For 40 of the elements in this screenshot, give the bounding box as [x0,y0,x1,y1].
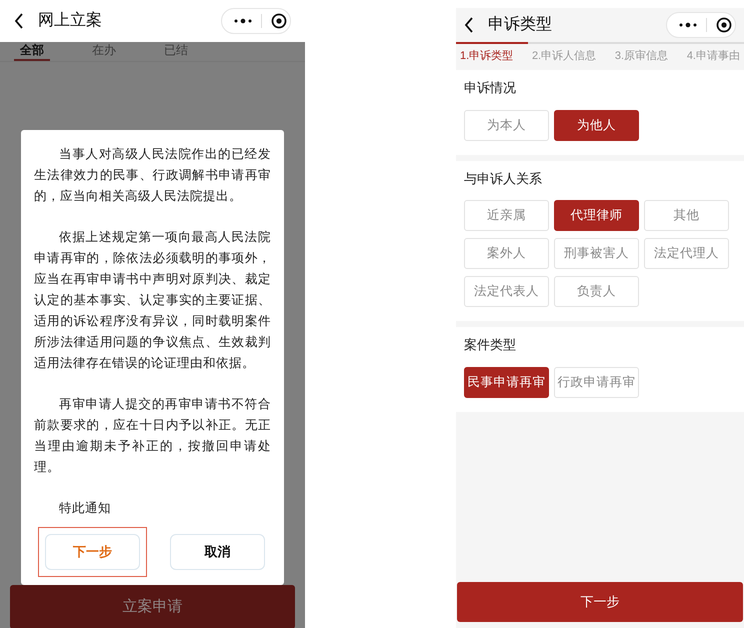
target-icon[interactable] [716,17,732,33]
tab[interactable]: 在办 [86,42,122,61]
capsule-menu[interactable] [666,12,736,38]
option-button[interactable]: 刑事被害人 [554,238,639,269]
notice-paragraph: 依据上述规定第一项向最高人民法院申请再审的，除依法必须载明的事项外，应当在再审申请书中声明对原判决、裁定认定的基本事实、认定事实的主要证据、适用的诉讼程序没有异议，同时载明案件所涉法律适用问题的争议焦点、生效裁判适用法律存在错误的论证理由和依据。 [34,229,271,372]
option-button[interactable]: 为本人 [464,110,549,140]
more-icon[interactable] [234,18,252,24]
option-button[interactable]: 其他 [644,200,729,231]
option-button[interactable]: 代理律师 [554,200,639,231]
page-title: 申诉类型 [488,14,553,35]
more-icon[interactable] [679,22,697,28]
option-button[interactable]: 为他人 [554,110,639,140]
step-tab[interactable]: 1.申诉类型 [460,48,514,64]
section-title: 与申诉人关系 [464,170,543,188]
target-icon[interactable] [271,13,287,29]
step-tab[interactable]: 2.申诉人信息 [532,48,596,64]
dialog-button[interactable]: 取消 [170,534,265,570]
notice-paragraph: 再审申请人提交的再审申请书不符合前款要求的，应在十日内予以补正。无正当理由逾期未予补正的，按撤回申请处理。 [34,396,271,476]
option-button[interactable]: 近亲属 [464,200,549,231]
back-icon[interactable] [464,17,474,33]
step-tab[interactable]: 3.原审信息 [614,48,668,64]
file-case-button[interactable]: 立案申请 [10,585,295,628]
option-button[interactable]: 法定代表人 [464,276,549,307]
step-tab[interactable]: 4.申请事由 [686,48,740,64]
tab[interactable]: 已结 [158,42,194,61]
tab[interactable]: 全部 [14,42,50,61]
section-title: 案件类型 [464,336,517,354]
capsule-menu[interactable] [221,8,291,34]
back-icon[interactable] [14,13,24,29]
option-button[interactable]: 行政申请再审 [554,366,639,398]
notice-paragraph: 当事人对高级人民法院作出的已经发生法律效力的民事、行政调解书申请再审的，应当向相关高级人民法院提出。 [34,146,271,205]
option-button[interactable]: 负责人 [554,276,639,307]
page-title: 网上立案 [38,10,103,31]
notice-closing: 特此通知 [58,500,112,517]
option-button[interactable]: 民事申请再审 [464,366,549,398]
section-title: 申诉情况 [464,79,517,97]
option-button[interactable]: 法定代理人 [644,238,729,269]
next-button[interactable]: 下一步 [457,582,743,622]
dialog-button[interactable]: 下一步 [45,534,140,570]
option-button[interactable]: 案外人 [464,238,549,269]
